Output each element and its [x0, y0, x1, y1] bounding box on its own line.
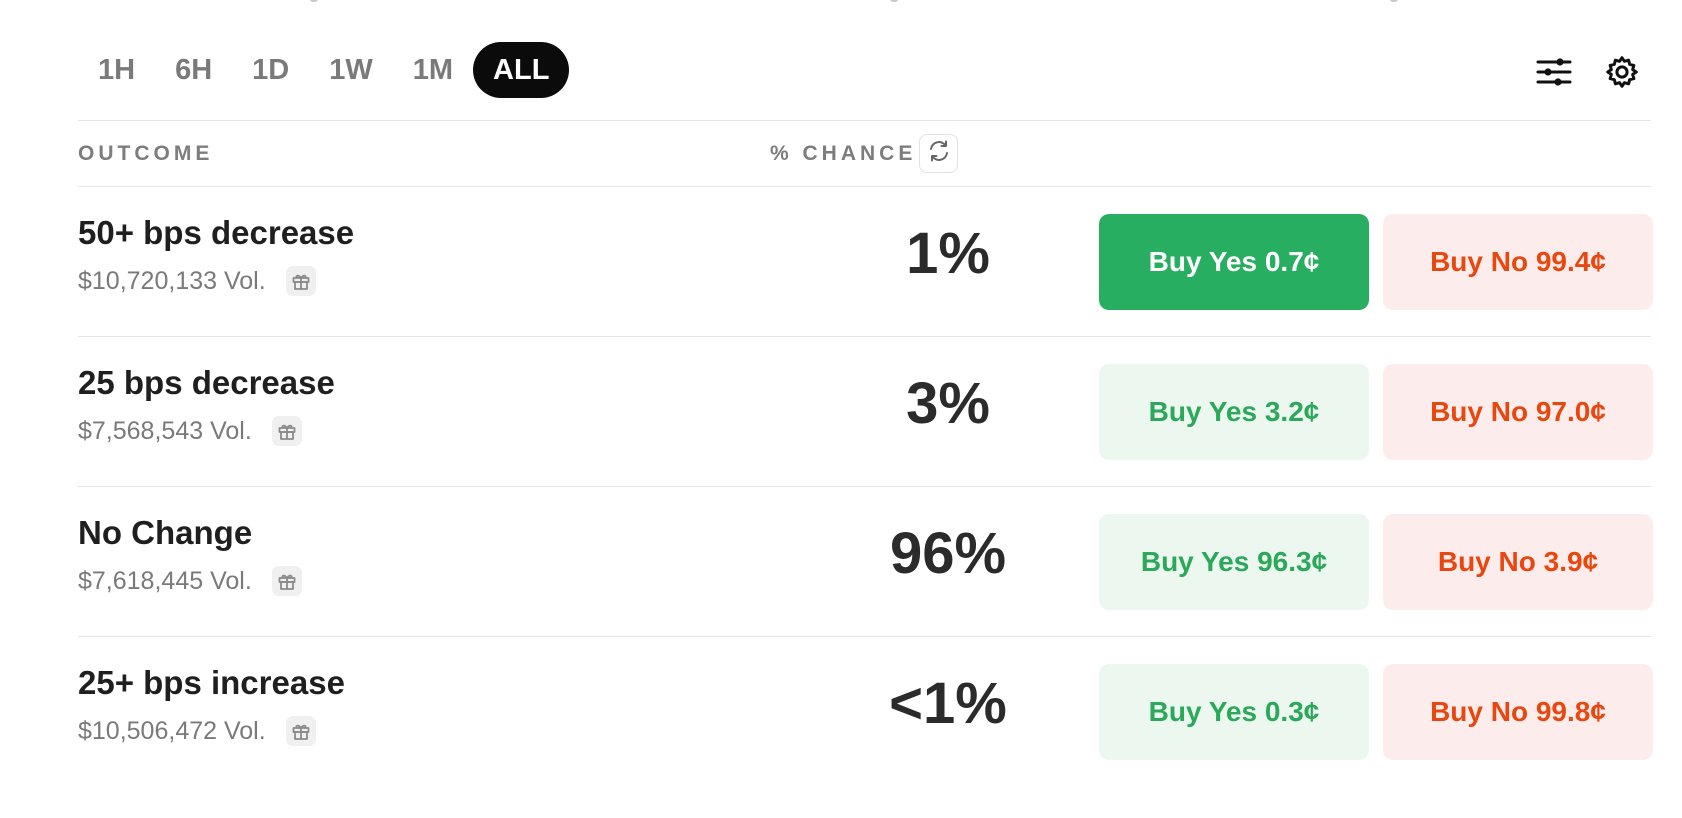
outcome-column-header: OUTCOME: [78, 142, 214, 165]
gift-icon[interactable]: [271, 416, 302, 446]
gear-icon[interactable]: [1602, 52, 1642, 92]
outcome-volume: $7,618,445 Vol.: [78, 566, 252, 595]
tab-1h[interactable]: 1H: [78, 42, 155, 98]
outcome-chance: 96%: [889, 521, 1007, 586]
outcome-name: 25 bps decrease: [78, 364, 335, 401]
outcome-chance: <1%: [889, 671, 1007, 736]
buy-no-button[interactable]: Buy No 99.4¢: [1383, 214, 1653, 310]
outcome-chance: 3%: [906, 371, 990, 436]
buy-no-button[interactable]: Buy No 99.8¢: [1383, 664, 1653, 760]
buy-no-button[interactable]: Buy No 3.9¢: [1383, 514, 1653, 610]
tab-all[interactable]: ALL: [473, 42, 570, 98]
sliders-icon[interactable]: [1534, 52, 1574, 92]
tab-1d[interactable]: 1D: [232, 42, 309, 98]
cut-off-content: [0, 0, 1682, 8]
gift-icon[interactable]: [285, 266, 316, 296]
outcome-volume: $10,506,472 Vol.: [78, 716, 266, 745]
table-header: OUTCOME % CHANCE: [78, 134, 1651, 173]
buy-yes-button[interactable]: Buy Yes 0.7¢: [1099, 214, 1369, 310]
buy-yes-button[interactable]: Buy Yes 3.2¢: [1099, 364, 1369, 460]
tab-6h[interactable]: 6H: [155, 42, 232, 98]
outcome-volume: $7,568,543 Vol.: [78, 416, 252, 445]
outcome-row: No Change $7,618,445 Vol. 96% Buy Yes 96…: [78, 482, 1653, 632]
outcome-name: 25+ bps increase: [78, 664, 345, 701]
tab-1m[interactable]: 1M: [393, 42, 473, 98]
chance-column-header: % CHANCE: [770, 142, 917, 165]
buy-yes-button[interactable]: Buy Yes 0.3¢: [1099, 664, 1369, 760]
buy-yes-button[interactable]: Buy Yes 96.3¢: [1099, 514, 1369, 610]
gift-icon[interactable]: [285, 716, 316, 746]
refresh-icon: [927, 139, 951, 168]
refresh-button[interactable]: [919, 134, 958, 173]
buy-no-button[interactable]: Buy No 97.0¢: [1383, 364, 1653, 460]
outcome-name: No Change: [78, 514, 253, 551]
timeframe-tabs: 1H 6H 1D 1W 1M ALL: [78, 42, 570, 98]
outcome-row: 25+ bps increase $10,506,472 Vol. <1% Bu…: [78, 632, 1653, 782]
outcome-chance: 1%: [906, 221, 990, 286]
tab-1w[interactable]: 1W: [309, 42, 393, 98]
toolbar-icons: [1534, 52, 1642, 92]
outcome-name: 50+ bps decrease: [78, 214, 355, 251]
divider: [78, 120, 1651, 121]
gift-icon[interactable]: [271, 566, 302, 596]
outcome-row: 25 bps decrease $7,568,543 Vol. 3% Buy Y…: [78, 332, 1653, 482]
outcome-row: 50+ bps decrease $10,720,133 Vol. 1% Buy…: [78, 182, 1653, 332]
market-outcomes-panel: 1H 6H 1D 1W 1M ALL OUTCOME % CHANCE 50+ …: [0, 0, 1682, 818]
outcome-volume: $10,720,133 Vol.: [78, 266, 266, 295]
